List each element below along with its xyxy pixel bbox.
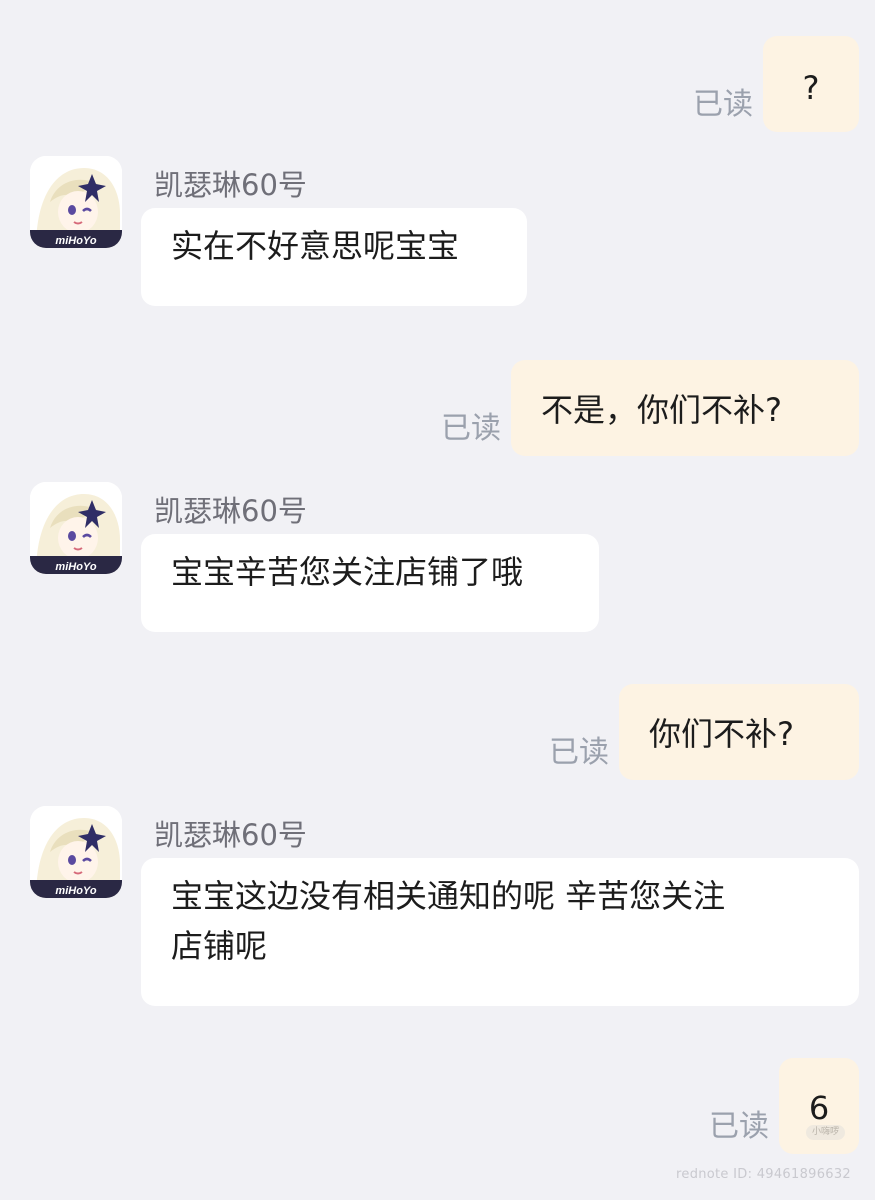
sender-avatar[interactable]: miHoYo [30, 806, 122, 898]
incoming-bubble[interactable]: 宝宝这边没有相关通知的呢 辛苦您关注 店铺呢 [141, 858, 859, 1006]
chat-message-list[interactable]: 已读 ? miHoYo 凯瑟琳60号 实在不好意思呢宝宝 已读 不是，你们不补?… [0, 0, 875, 1200]
incoming-message: miHoYo 凯瑟琳60号 宝宝辛苦您关注店铺了哦 [30, 482, 630, 642]
outgoing-message: 已读 你们不补? [549, 684, 859, 780]
message-text: 宝宝辛苦您关注店铺了哦 [171, 553, 524, 591]
avatar-image: miHoYo [30, 806, 122, 898]
sender-name: 凯瑟琳60号 [154, 818, 307, 852]
read-receipt: 已读 [441, 411, 501, 446]
outgoing-bubble[interactable]: ? [763, 36, 859, 132]
outgoing-message: 已读 6 小嗨啰 [709, 1058, 859, 1154]
read-receipt: 已读 [693, 87, 753, 122]
outgoing-message: 已读 ? [693, 36, 859, 132]
sticker-bubble[interactable]: 6 小嗨啰 [779, 1058, 859, 1154]
message-text-line: 店铺呢 [171, 926, 268, 965]
sender-avatar[interactable]: miHoYo [30, 482, 122, 574]
incoming-bubble[interactable]: 宝宝辛苦您关注店铺了哦 [141, 534, 599, 632]
message-text-line: 宝宝这边没有相关通知的呢 辛苦您关注 [171, 877, 726, 915]
outgoing-message: 已读 不是，你们不补? [441, 360, 859, 456]
read-receipt: 已读 [549, 735, 609, 770]
message-text: 实在不好意思呢宝宝 [171, 227, 460, 265]
sticker-tag: 小嗨啰 [805, 1124, 845, 1140]
message-text: 6 [808, 1089, 830, 1127]
sender-avatar[interactable]: miHoYo [30, 156, 122, 248]
outgoing-bubble[interactable]: 你们不补? [619, 684, 859, 780]
message-text: 你们不补? [649, 715, 794, 753]
incoming-message: miHoYo 凯瑟琳60号 宝宝这边没有相关通知的呢 辛苦您关注 店铺呢 [30, 806, 859, 1016]
message-text: 不是，你们不补? [541, 391, 782, 429]
avatar-image: miHoYo [30, 156, 122, 248]
avatar-image: miHoYo [30, 482, 122, 574]
message-text: ? [802, 69, 820, 107]
outgoing-bubble[interactable]: 不是，你们不补? [511, 360, 859, 456]
incoming-message: miHoYo 凯瑟琳60号 实在不好意思呢宝宝 [30, 156, 530, 316]
sender-name: 凯瑟琳60号 [154, 168, 307, 202]
avatar-logo-text: miHoYo [55, 235, 96, 247]
incoming-bubble[interactable]: 实在不好意思呢宝宝 [141, 208, 527, 306]
watermark: rednote ID: 49461896632 [676, 1167, 851, 1182]
avatar-logo-text: miHoYo [55, 561, 96, 573]
avatar-logo-text: miHoYo [55, 885, 96, 897]
read-receipt: 已读 [709, 1109, 769, 1144]
sender-name: 凯瑟琳60号 [154, 494, 307, 528]
